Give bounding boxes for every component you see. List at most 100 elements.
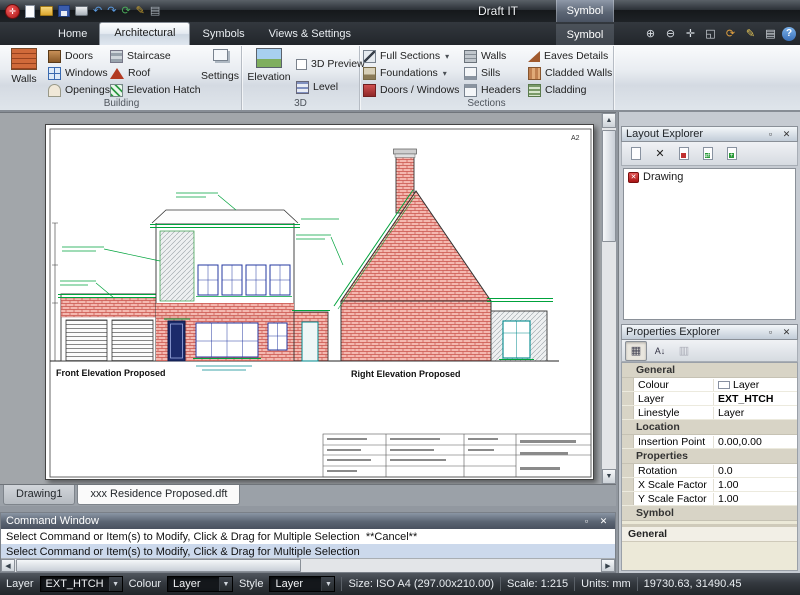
zoom-out-icon[interactable]: ⊖ xyxy=(662,25,679,42)
window-title: Draft IT xyxy=(478,4,518,18)
opening-icon xyxy=(48,84,61,97)
open-icon[interactable] xyxy=(40,6,53,16)
save-icon[interactable] xyxy=(58,5,70,17)
cladded-walls-button[interactable]: Cladded Walls xyxy=(528,65,612,81)
cladding-icon xyxy=(528,84,541,97)
command-horizontal-scrollbar[interactable]: ◀ ▶ xyxy=(1,558,615,572)
scroll-thumb[interactable] xyxy=(16,559,301,572)
property-row-linestyle[interactable]: Linestyle Layer xyxy=(622,406,797,420)
tab-residence-proposed[interactable]: xxx Residence Proposed.dft xyxy=(77,485,240,505)
pan-icon[interactable]: ✛ xyxy=(682,25,699,42)
scroll-thumb[interactable] xyxy=(602,130,616,242)
layout-properties-button[interactable] xyxy=(673,144,695,164)
tab-home[interactable]: Home xyxy=(46,24,99,45)
eaves-icon xyxy=(528,51,540,62)
settings-button[interactable]: Settings xyxy=(199,49,241,82)
add-layout-button[interactable]: + xyxy=(721,144,743,164)
colour-combo[interactable]: Layer ▼ xyxy=(167,576,233,592)
properties-explorer-header: Properties Explorer ▫ ✕ xyxy=(621,324,798,340)
app-logo-icon[interactable]: ✛ xyxy=(5,4,20,19)
delete-layout-button[interactable]: ✕ xyxy=(649,144,671,164)
scroll-down-button[interactable]: ▼ xyxy=(602,469,616,484)
foundations-button[interactable]: Foundations ▾ xyxy=(363,65,447,81)
tab-drawing1[interactable]: Drawing1 xyxy=(3,485,75,505)
categorized-view-button[interactable]: ▦ xyxy=(625,341,647,361)
quick-access-toolbar: ↶ ↷ ⟳ ✎ ▤ xyxy=(25,5,160,18)
layer-combo[interactable]: EXT_HTCH ▼ xyxy=(40,576,123,592)
pin-icon[interactable]: ▫ xyxy=(580,515,593,528)
roof-button[interactable]: Roof xyxy=(110,65,150,81)
refresh-icon[interactable]: ⟳ xyxy=(121,6,130,17)
category-general[interactable]: General xyxy=(622,363,797,378)
headers-button[interactable]: Headers xyxy=(464,82,521,98)
tab-symbol[interactable]: Symbol xyxy=(556,24,614,45)
edit-icon[interactable]: ✎ xyxy=(136,6,145,17)
new-icon[interactable] xyxy=(25,5,35,18)
chevron-down-icon: ▼ xyxy=(109,577,122,591)
walls-button[interactable]: Walls xyxy=(4,48,44,85)
import-layout-button[interactable]: ⇄ xyxy=(697,144,719,164)
property-row-layer[interactable]: Layer EXT_HTCH xyxy=(622,392,797,406)
openings-button[interactable]: Openings xyxy=(48,82,110,98)
chevron-down-icon: ▾ xyxy=(443,69,447,78)
new-layout-button[interactable] xyxy=(625,144,647,164)
pin-icon[interactable]: ▫ xyxy=(764,326,777,339)
zoom-extents-icon[interactable]: ◱ xyxy=(702,25,719,42)
alphabetical-sort-button[interactable]: A↓ xyxy=(649,341,671,361)
3d-preview-button[interactable]: 3D Preview xyxy=(296,56,365,72)
contextual-tab-group[interactable]: Symbol xyxy=(556,0,614,22)
print-icon[interactable] xyxy=(75,6,88,16)
eaves-details-button[interactable]: Eaves Details xyxy=(528,48,608,64)
windows-button[interactable]: Windows xyxy=(48,65,108,81)
close-icon[interactable]: ✕ xyxy=(597,515,610,528)
doors-windows-section-button[interactable]: Doors / Windows ▾ xyxy=(363,82,468,98)
doors-button[interactable]: Doors xyxy=(48,48,93,64)
tab-views-settings[interactable]: Views & Settings xyxy=(257,24,363,45)
separator xyxy=(637,577,638,591)
properties-explorer-title: Properties Explorer xyxy=(626,326,761,338)
pin-icon[interactable]: ▫ xyxy=(764,128,777,141)
canvas-vertical-scrollbar[interactable]: ▲ ▼ xyxy=(601,113,616,484)
sills-button[interactable]: Sills xyxy=(464,65,500,81)
draw-icon[interactable]: ✎ xyxy=(742,25,759,42)
scroll-up-button[interactable]: ▲ xyxy=(602,113,616,128)
right-elevation[interactable]: Right Elevation Proposed xyxy=(296,149,559,379)
property-row-insertion-point[interactable]: Insertion Point 0.00,0.00 xyxy=(622,435,797,449)
elevation-hatch-button[interactable]: Elevation Hatch xyxy=(110,82,201,98)
staircase-button[interactable]: Staircase xyxy=(110,48,171,64)
zoom-in-icon[interactable]: ⊕ xyxy=(642,25,659,42)
drawing-canvas-area[interactable]: A2 xyxy=(0,112,616,484)
style-combo[interactable]: Layer ▼ xyxy=(269,576,335,592)
full-sections-button[interactable]: Full Sections ▾ xyxy=(363,48,449,64)
category-properties[interactable]: Properties xyxy=(622,449,797,464)
tree-item-drawing[interactable]: ✕ Drawing xyxy=(624,169,795,185)
property-row-colour[interactable]: Colour Layer xyxy=(622,378,797,392)
redraw-icon[interactable]: ⟳ xyxy=(722,25,739,42)
tab-architectural[interactable]: Architectural xyxy=(99,22,190,45)
property-row-x-scale[interactable]: X Scale Factor 1.00 xyxy=(622,478,797,492)
front-elevation[interactable]: Front Elevation Proposed xyxy=(50,193,331,378)
undo-icon[interactable]: ↶ xyxy=(93,6,102,17)
main-area: A2 xyxy=(0,112,800,573)
help-icon[interactable]: ? xyxy=(782,27,796,41)
right-panel: Layout Explorer ▫ ✕ ✕ ⇄ + ✕ Drawing Prop… xyxy=(618,112,800,573)
close-icon[interactable]: ✕ xyxy=(780,128,793,141)
scroll-left-button[interactable]: ◀ xyxy=(1,559,15,572)
elevation-button[interactable]: Elevation xyxy=(245,48,293,83)
scroll-right-button[interactable]: ▶ xyxy=(601,559,615,572)
layers-icon[interactable]: ▤ xyxy=(150,6,160,17)
level-button[interactable]: Level xyxy=(296,79,338,95)
tab-symbols[interactable]: Symbols xyxy=(190,24,256,45)
category-symbol[interactable]: Symbol xyxy=(622,506,797,521)
grid-icon[interactable]: ▤ xyxy=(762,25,779,42)
drawing-svg[interactable]: A2 xyxy=(46,125,595,481)
close-icon[interactable]: ✕ xyxy=(780,326,793,339)
walls-section-button[interactable]: Walls xyxy=(464,48,506,64)
colour-label: Colour xyxy=(129,578,161,590)
cladding-button[interactable]: Cladding xyxy=(528,82,586,98)
property-row-rotation[interactable]: Rotation 0.0 xyxy=(622,464,797,478)
category-location[interactable]: Location xyxy=(622,420,797,435)
redo-icon[interactable]: ↷ xyxy=(107,6,116,17)
property-row-y-scale[interactable]: Y Scale Factor 1.00 xyxy=(622,492,797,506)
drawing-sheet[interactable]: A2 xyxy=(45,124,594,480)
